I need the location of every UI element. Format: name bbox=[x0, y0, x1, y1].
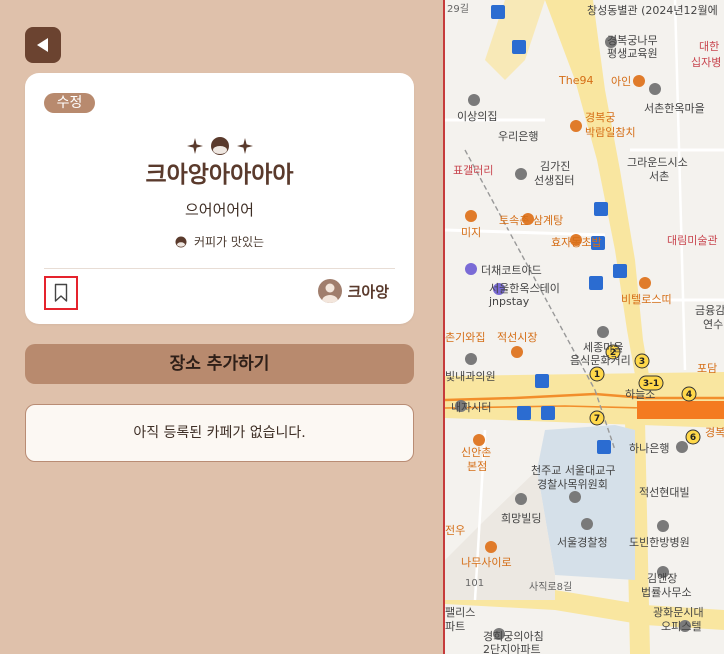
map-label: 미지 bbox=[461, 226, 481, 239]
back-arrow-icon bbox=[37, 38, 48, 52]
exit-1-label: 1 bbox=[594, 370, 600, 380]
sparkle-icon bbox=[236, 138, 253, 154]
map-label: 도빈한방병원 bbox=[629, 536, 690, 549]
map-label: 연수 bbox=[703, 318, 723, 331]
map-label: 세종마을 bbox=[583, 341, 623, 354]
edit-button[interactable]: 수정 bbox=[44, 93, 95, 113]
map-label: 평생교육원 bbox=[607, 47, 658, 60]
map-label: 효자동초밥 bbox=[551, 236, 602, 249]
map-label: 박람일참치 bbox=[585, 125, 636, 139]
exit-6-label: 6 bbox=[690, 433, 696, 443]
map-label: 우리은행 bbox=[498, 130, 538, 143]
map-label: 하나은행 bbox=[629, 441, 669, 455]
map-label: 신안촌 bbox=[461, 446, 491, 459]
map-label: 경희궁의아침 bbox=[483, 630, 544, 643]
map-label: 하늘소 bbox=[625, 387, 655, 401]
bookmark-icon bbox=[54, 283, 68, 302]
map-label: 서울한옥스테이 bbox=[489, 282, 560, 295]
map-label: 아인 bbox=[611, 75, 631, 88]
map-label: 포담 bbox=[697, 362, 717, 375]
map-label: 빛내과의원 bbox=[445, 370, 496, 383]
cafe-subtitle: 으어어어어 bbox=[184, 201, 254, 219]
empty-cafe-list-message: 아직 등록된 카페가 없습니다. bbox=[25, 404, 414, 462]
map-label: 법률사무소 bbox=[641, 586, 692, 599]
map-label: 본점 bbox=[467, 460, 487, 473]
map-label: 김가진 bbox=[540, 160, 570, 173]
map-label: 경복궁나무 bbox=[607, 34, 658, 47]
map-label: The94 bbox=[558, 74, 593, 87]
map-label: 금융감 bbox=[695, 304, 724, 317]
map-label: 김앤장 bbox=[647, 572, 677, 585]
map-label: 사직로8길 bbox=[529, 580, 572, 593]
map-label: 비텔로스띠 bbox=[621, 293, 672, 306]
back-button[interactable] bbox=[25, 27, 61, 63]
exit-3-label: 3 bbox=[639, 357, 645, 367]
map-label: 그라운드시소 bbox=[627, 156, 688, 169]
map-view[interactable]: 2 3 1 3-1 4 7 6 29길 창성동별관 (2024년12월에 경복궁… bbox=[445, 0, 724, 654]
map-label: 서촌 bbox=[649, 170, 669, 183]
exit-7-label: 7 bbox=[594, 414, 600, 424]
add-place-button[interactable]: 장소 추가하기 bbox=[25, 344, 414, 384]
avatar bbox=[317, 279, 342, 303]
card-divider bbox=[44, 268, 395, 269]
map-label: jnpstay bbox=[488, 295, 530, 308]
map-label: 더채코트야드 bbox=[481, 264, 542, 277]
map-label: 대한 bbox=[699, 40, 719, 53]
coffee-dot-icon bbox=[175, 236, 187, 247]
sparkle-icon bbox=[186, 138, 203, 154]
left-panel: 수정 크아앙아아아아 으어어어어 커피가 맛있는 크아앙 장소 추가하기 아직 … bbox=[0, 0, 445, 654]
map-label: 29길 bbox=[447, 2, 469, 15]
map-label: 광화문시대 bbox=[653, 606, 704, 619]
map-label: 전우 bbox=[445, 524, 465, 537]
map-label: 대림미술관 bbox=[667, 234, 718, 247]
map-label: 표갤러리 bbox=[453, 164, 493, 177]
map-label: 음식문화거리 bbox=[570, 354, 631, 367]
exit-4-label: 4 bbox=[686, 390, 692, 400]
map-label: 오피스텔 bbox=[661, 620, 701, 633]
map-label: 서촌한옥마을 bbox=[644, 102, 705, 115]
map-label: 이상의집 bbox=[457, 110, 497, 123]
cafe-title: 크아앙아아아아 bbox=[145, 161, 294, 188]
author-name: 크아앙 bbox=[347, 282, 389, 301]
map-canvas[interactable]: 2 3 1 3-1 4 7 6 29길 창성동별관 (2024년12월에 경복궁… bbox=[445, 0, 724, 654]
map-label: 천주교 서울대교구 bbox=[531, 463, 615, 477]
map-label: 팰리스 bbox=[445, 606, 475, 619]
map-label: 경찰사목위원회 bbox=[537, 478, 608, 491]
map-label: 토속촌 삼계탕 bbox=[499, 214, 563, 227]
cafe-tag: 커피가 맛있는 bbox=[25, 233, 414, 250]
map-label: 나무사이로 bbox=[461, 556, 512, 569]
map-label: 101 bbox=[465, 578, 484, 589]
map-label: 촌기와집 bbox=[445, 331, 485, 344]
map-label: 적선시장 bbox=[497, 331, 537, 344]
map-label: 경복 bbox=[705, 426, 724, 439]
user-avatar-icon bbox=[321, 283, 338, 303]
coffee-bean-icon bbox=[210, 137, 229, 155]
map-label: 2단지아파트 bbox=[483, 643, 541, 654]
map-label: 선생집터 bbox=[534, 174, 574, 187]
bookmark-button[interactable] bbox=[44, 276, 78, 310]
cafe-card: 수정 크아앙아아아아 으어어어어 커피가 맛있는 크아앙 bbox=[25, 73, 414, 324]
map-label: 파트 bbox=[445, 620, 465, 633]
author-info: 크아앙 bbox=[317, 279, 389, 303]
cafe-tag-label: 커피가 맛있는 bbox=[193, 235, 265, 249]
map-label: 서울경찰청 bbox=[557, 536, 608, 549]
map-label: 희망빌딩 bbox=[501, 512, 541, 525]
map-label: 창성동별관 (2024년12월에 bbox=[587, 4, 718, 17]
map-label: 적선현대빌 bbox=[639, 486, 690, 499]
map-label: 내자시터 bbox=[451, 401, 491, 414]
map-label: 경복궁 bbox=[585, 111, 615, 124]
map-label: 십자병 bbox=[691, 56, 721, 69]
